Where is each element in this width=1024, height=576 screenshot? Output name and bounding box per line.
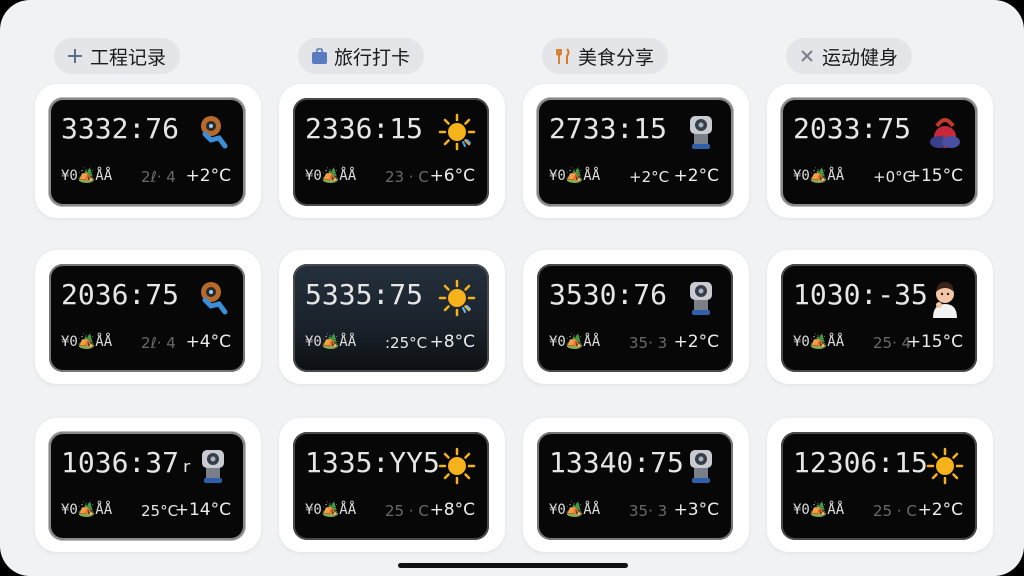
fork-knife-icon bbox=[554, 47, 572, 65]
robot-grey-icon bbox=[681, 446, 721, 486]
close-icon bbox=[798, 47, 816, 65]
temperature: +8°C bbox=[429, 332, 475, 352]
location-text: ¥0🏕️ÅÅ bbox=[61, 168, 113, 184]
widget-display: 2336:15 ¥0🏕️ÅÅ 23 · C +6°C bbox=[293, 98, 489, 206]
robot-grey-icon bbox=[681, 112, 721, 152]
location-text: ¥0🏕️ÅÅ bbox=[305, 502, 357, 518]
location-text: ¥0🏕️ÅÅ bbox=[549, 334, 601, 350]
temperature: +14°C bbox=[174, 500, 231, 520]
temperature: +4°C bbox=[185, 332, 231, 352]
temperature: +15°C bbox=[906, 332, 963, 352]
clock-time: 3530:76 bbox=[549, 278, 668, 311]
location-text: ¥0🏕️ÅÅ bbox=[305, 168, 357, 184]
temperature: +2°C bbox=[185, 166, 231, 186]
category-label: 美食分享 bbox=[578, 46, 655, 69]
home-indicator[interactable] bbox=[398, 563, 628, 568]
location-text: ¥0🏕️ÅÅ bbox=[549, 168, 601, 184]
widget-display: 2036:75 ¥0🏕️ÅÅ 2ℓ· 4 +4°C bbox=[49, 264, 245, 372]
temperature: +3°C bbox=[673, 500, 719, 520]
secondary-text: 25· 4 bbox=[873, 334, 912, 352]
category-chip-food[interactable]: 美食分享 bbox=[542, 38, 669, 74]
clock-time: 2033:75 bbox=[793, 112, 912, 145]
location-text: ¥0🏕️ÅÅ bbox=[793, 334, 845, 350]
widget-display: 1335:YY5 ¥0🏕️ÅÅ 25 · C +8°C bbox=[293, 432, 489, 540]
clock-time: 1030:-35 bbox=[793, 278, 928, 311]
clock-time: 1335:YY5 bbox=[305, 446, 440, 479]
widget-display: 1036:37ᵣ ¥0🏕️ÅÅ 25°C +14°C bbox=[49, 432, 245, 540]
widget-card[interactable]: 5335:75 ¥0🏕️ÅÅ :25°C +8°C bbox=[279, 250, 505, 384]
widget-card[interactable]: 1036:37ᵣ ¥0🏕️ÅÅ 25°C +14°C bbox=[35, 418, 261, 552]
location-text: ¥0🏕️ÅÅ bbox=[549, 502, 601, 518]
widget-card[interactable]: 3530:76 ¥0🏕️ÅÅ 35· 3 +2°C bbox=[523, 250, 749, 384]
clock-time: 2336:15 bbox=[305, 112, 424, 145]
temperature: +2°C bbox=[673, 166, 719, 186]
clock-time: 13340:75 bbox=[549, 446, 684, 479]
widget-display: 12306:15 ¥0🏕️ÅÅ 25 · C +2°C bbox=[781, 432, 977, 540]
clock-time: 12306:15 bbox=[793, 446, 928, 479]
widget-display: 2033:75 ¥0🏕️ÅÅ +0°C +15°C bbox=[781, 98, 977, 206]
clock-time: 2733:15 bbox=[549, 112, 668, 145]
location-text: ¥0🏕️ÅÅ bbox=[793, 168, 845, 184]
suitcase-icon bbox=[310, 47, 328, 65]
secondary-text: 25 · C bbox=[873, 502, 917, 520]
category-label: 运动健身 bbox=[822, 46, 899, 69]
sun-icon bbox=[925, 446, 965, 486]
widget-card[interactable]: 3332:76 ¥0🏕️ÅÅ 2ℓ· 4 +2°C bbox=[35, 84, 261, 218]
widget-display: 2733:15 ¥0🏕️ÅÅ +2°C +2°C bbox=[537, 98, 733, 206]
secondary-text: 35· 3 bbox=[629, 334, 668, 352]
secondary-text: +2°C bbox=[629, 168, 670, 186]
widget-card[interactable]: 2336:15 ¥0🏕️ÅÅ 23 · C +6°C bbox=[279, 84, 505, 218]
location-text: ¥0🏕️ÅÅ bbox=[305, 334, 357, 350]
robot-grey-icon bbox=[681, 278, 721, 318]
widget-display: 3332:76 ¥0🏕️ÅÅ 2ℓ· 4 +2°C bbox=[49, 98, 245, 206]
secondary-text: 35· 3 bbox=[629, 502, 668, 520]
widget-card[interactable]: 2733:15 ¥0🏕️ÅÅ +2°C +2°C bbox=[523, 84, 749, 218]
widget-card[interactable]: 2036:75 ¥0🏕️ÅÅ 2ℓ· 4 +4°C bbox=[35, 250, 261, 384]
category-chip-fitness[interactable]: 运动健身 bbox=[786, 38, 913, 74]
location-text: ¥0🏕️ÅÅ bbox=[61, 502, 113, 518]
secondary-text: :25°C bbox=[385, 334, 428, 352]
category-chip-engineering[interactable]: 工程记录 bbox=[54, 38, 181, 74]
widget-display: 13340:75 ¥0🏕️ÅÅ 35· 3 +3°C bbox=[537, 432, 733, 540]
clock-time: 3332:76 bbox=[61, 112, 180, 145]
temperature: +6°C bbox=[429, 166, 475, 186]
secondary-text: 2ℓ· 4 bbox=[141, 334, 176, 352]
widget-display: 1030:-35 ¥0🏕️ÅÅ 25· 4 +15°C bbox=[781, 264, 977, 372]
temperature: +8°C bbox=[429, 500, 475, 520]
widget-card[interactable]: 13340:75 ¥0🏕️ÅÅ 35· 3 +3°C bbox=[523, 418, 749, 552]
person-icon bbox=[925, 278, 965, 318]
secondary-text: 2ℓ· 4 bbox=[141, 168, 176, 186]
location-text: ¥0🏕️ÅÅ bbox=[793, 502, 845, 518]
robot-blue-icon bbox=[193, 112, 233, 152]
robot-blue-icon bbox=[193, 278, 233, 318]
clock-time: 2036:75 bbox=[61, 278, 180, 311]
widget-card[interactable]: 1030:-35 ¥0🏕️ÅÅ 25· 4 +15°C bbox=[767, 250, 993, 384]
clock-time: 1036:37ᵣ bbox=[61, 446, 196, 479]
widget-display: 5335:75 ¥0🏕️ÅÅ :25°C +8°C bbox=[293, 264, 489, 372]
category-label: 工程记录 bbox=[90, 46, 167, 69]
secondary-text: 23 · C bbox=[385, 168, 429, 186]
location-text: ¥0🏕️ÅÅ bbox=[61, 334, 113, 350]
sun-icon bbox=[437, 278, 477, 318]
sun-icon bbox=[437, 446, 477, 486]
widget-card[interactable]: 1335:YY5 ¥0🏕️ÅÅ 25 · C +8°C bbox=[279, 418, 505, 552]
temperature: +15°C bbox=[906, 166, 963, 186]
robot-grey-icon bbox=[193, 446, 233, 486]
widget-card[interactable]: 12306:15 ¥0🏕️ÅÅ 25 · C +2°C bbox=[767, 418, 993, 552]
kettlebell-icon bbox=[925, 112, 965, 152]
widget-display: 3530:76 ¥0🏕️ÅÅ 35· 3 +2°C bbox=[537, 264, 733, 372]
plus-icon bbox=[66, 47, 84, 65]
temperature: +2°C bbox=[673, 332, 719, 352]
widget-gallery-screen: 工程记录 旅行打卡 美食分享 运动健身 3332:76 ¥0🏕️ÅÅ 2ℓ· 4… bbox=[0, 0, 1024, 576]
category-label: 旅行打卡 bbox=[334, 46, 411, 69]
widget-card[interactable]: 2033:75 ¥0🏕️ÅÅ +0°C +15°C bbox=[767, 84, 993, 218]
clock-time: 5335:75 bbox=[305, 278, 424, 311]
secondary-text: 25°C bbox=[141, 502, 179, 520]
secondary-text: 25 · C bbox=[385, 502, 429, 520]
category-chip-travel[interactable]: 旅行打卡 bbox=[298, 38, 425, 74]
temperature: +2°C bbox=[917, 500, 963, 520]
sun-icon bbox=[437, 112, 477, 152]
